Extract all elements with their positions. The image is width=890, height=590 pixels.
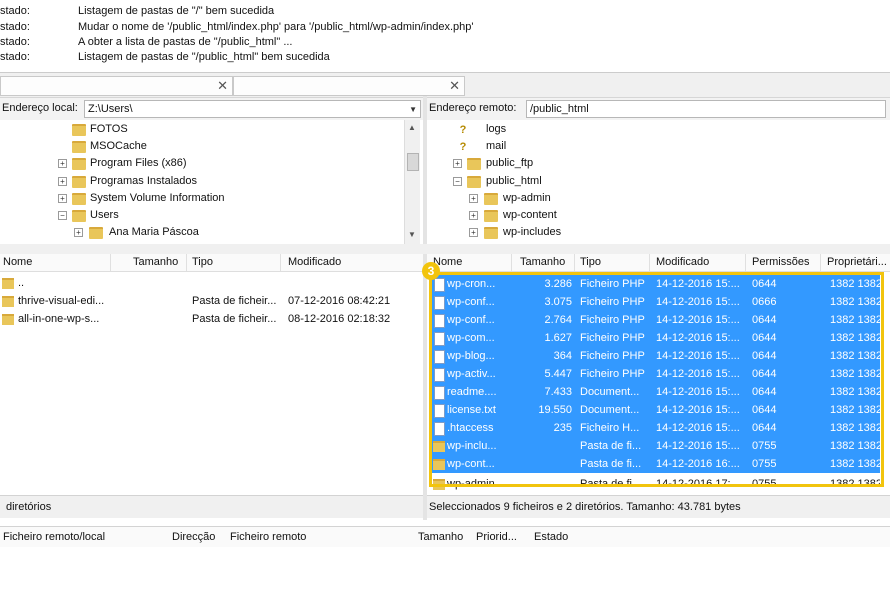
local-file-header: Nome Tamanho Tipo Modificado [0,254,423,272]
tab-local[interactable]: ✕ [0,76,233,96]
remote-tree: ? logs ? mail + public_ftp − public_html… [427,120,890,244]
expand-icon[interactable]: + [74,228,83,237]
folder-icon [2,296,14,307]
remote-status-bar: Seleccionados 9 ficheiros e 2 diretórios… [427,495,890,518]
transfer-queue-header: Ficheiro remoto/local Direcção Ficheiro … [0,526,890,548]
folder-icon [72,158,86,170]
scroll-thumb[interactable] [407,153,419,171]
folder-icon [72,141,86,153]
expand-icon[interactable]: + [58,177,67,186]
selection-highlight-box [429,272,884,487]
column-remote-file[interactable]: Ficheiro remoto [230,531,306,543]
local-file-list: .. thrive-visual-edi... Pasta de ficheir… [0,272,423,494]
column-remote-local-file[interactable]: Ficheiro remoto/local [3,531,105,543]
local-status-bar: diretórios [0,495,423,518]
tab-remote[interactable]: ✕ [233,76,465,96]
close-icon[interactable]: ✕ [449,78,460,94]
column-modified[interactable]: Modificado [656,256,709,268]
local-address-input[interactable]: Z:\Users\ ▼ [84,100,421,118]
column-permissions[interactable]: Permissões [752,256,809,268]
table-row[interactable]: .. [0,274,423,292]
expand-icon[interactable]: + [58,159,67,168]
close-icon[interactable]: ✕ [217,78,228,94]
local-tree: FOTOS MSOCache + Program Files (x86) + P… [0,120,423,244]
folder-icon [2,278,14,289]
scroll-down-icon[interactable]: ▼ [408,230,416,239]
expand-icon[interactable]: + [58,194,67,203]
folder-icon [467,176,481,188]
remote-file-header: Nome Tamanho Tipo Modificado Permissões … [427,254,890,272]
expand-icon[interactable]: + [453,159,462,168]
collapse-icon[interactable]: − [453,177,462,186]
column-status[interactable]: Estado [534,531,568,543]
scroll-up-icon[interactable]: ▲ [408,123,416,132]
column-size[interactable]: Tamanho [418,531,463,543]
table-row[interactable]: thrive-visual-edi... Pasta de ficheir...… [0,292,423,310]
column-owner[interactable]: Proprietári... [827,256,887,268]
horizontal-splitter[interactable] [0,244,890,254]
remote-address-input[interactable]: /public_html [526,100,886,118]
column-direction[interactable]: Direcção [172,531,215,543]
folder-icon [484,210,498,222]
collapse-icon[interactable]: − [58,211,67,220]
column-type[interactable]: Tipo [192,256,213,268]
chevron-down-icon[interactable]: ▼ [409,102,417,118]
folder-icon [72,124,86,136]
local-address-bar: Endereço local: Z:\Users\ ▼ [0,98,423,120]
table-row[interactable]: all-in-one-wp-s... Pasta de ficheir... 0… [0,310,423,328]
unknown-folder-icon: ? [459,141,467,153]
folder-icon [484,227,498,239]
message-log: stado: Listagem de pastas de "/" bem suce… [0,0,890,68]
folder-icon [89,227,103,239]
folder-icon [467,158,481,170]
expand-icon[interactable]: + [469,211,478,220]
expand-icon[interactable]: + [469,228,478,237]
transfer-queue-list [0,547,890,590]
folder-icon [72,193,86,205]
column-size[interactable]: Tamanho [133,256,178,268]
unknown-folder-icon: ? [459,124,467,136]
column-priority[interactable]: Priorid... [476,531,517,543]
step-badge: 3 [422,262,440,280]
local-tree-scrollbar[interactable]: ▲ ▼ [404,120,420,244]
tab-bar: ✕ ✕ [0,72,890,98]
column-name[interactable]: Nome [3,256,32,268]
local-address-label: Endereço local: [2,102,78,114]
remote-address-bar: Endereço remoto: /public_html [427,98,890,120]
column-modified[interactable]: Modificado [288,256,341,268]
column-type[interactable]: Tipo [580,256,601,268]
folder-icon [484,193,498,205]
remote-address-label: Endereço remoto: [429,102,517,114]
column-size[interactable]: Tamanho [520,256,565,268]
expand-icon[interactable]: + [469,194,478,203]
folder-icon [72,210,86,222]
folder-icon [2,314,14,325]
folder-icon [72,176,86,188]
